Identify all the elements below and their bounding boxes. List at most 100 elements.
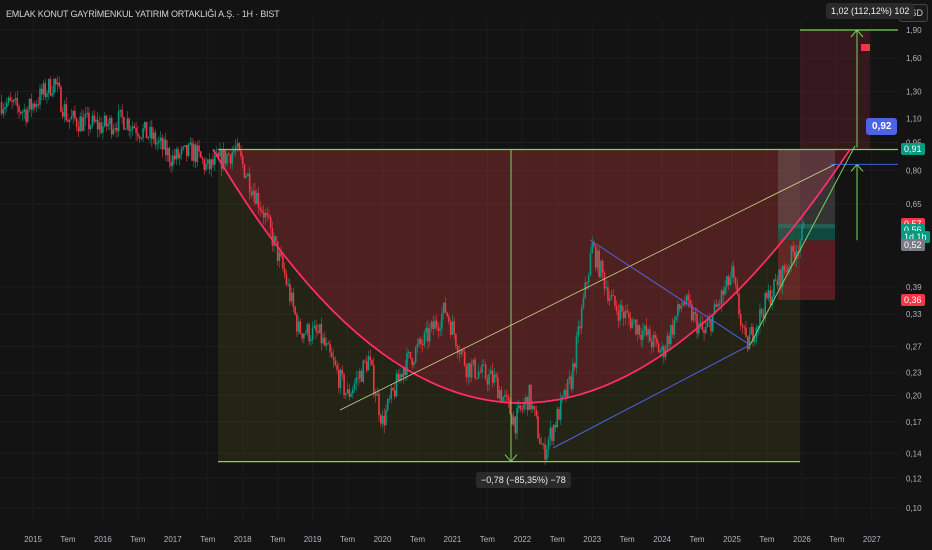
candle (439, 328, 441, 331)
candle (725, 276, 728, 287)
candle (518, 405, 520, 409)
candle (718, 303, 721, 305)
candle (416, 344, 419, 348)
candle (428, 328, 431, 342)
candle (303, 333, 305, 339)
candle (647, 329, 649, 336)
candle (336, 364, 338, 370)
candle (435, 320, 438, 328)
candle (371, 359, 373, 365)
candle (776, 281, 779, 286)
candle (486, 378, 489, 385)
candle (521, 409, 524, 411)
candle (166, 148, 169, 156)
x-tick-label: Tem (60, 535, 75, 544)
candle (385, 409, 387, 426)
candle (187, 144, 190, 157)
candle (582, 297, 585, 309)
candle (631, 321, 634, 329)
candle (208, 159, 211, 170)
measure-label-bottom: −0,78 (−85,35%) −78 (476, 472, 571, 488)
candle (262, 212, 265, 218)
candle (605, 287, 607, 289)
candle (528, 384, 531, 411)
x-tick-label: 2023 (583, 535, 601, 544)
candle (72, 110, 74, 117)
candle (643, 325, 646, 331)
candle (324, 337, 326, 346)
candle (407, 351, 410, 353)
candle (203, 159, 206, 170)
candle (538, 438, 541, 444)
candle (184, 145, 186, 147)
candle (715, 304, 718, 307)
x-tick-label: Tem (620, 535, 635, 544)
candle (479, 371, 482, 373)
candle (537, 416, 539, 439)
target-zone (800, 30, 870, 150)
target-callout[interactable]: 0,92 (866, 118, 898, 135)
candle (285, 274, 288, 285)
x-tick-label: Tem (759, 535, 774, 544)
price-chart[interactable]: 1,901,601,301,100,950,800,650,390,330,27… (0, 0, 932, 550)
y-tick-label: 0,20 (906, 391, 922, 400)
candle (640, 334, 642, 340)
candle (696, 314, 698, 334)
candle (622, 311, 625, 319)
candle (327, 343, 330, 345)
candle (206, 159, 209, 164)
candle (727, 276, 730, 286)
candle (266, 213, 268, 216)
candle (802, 223, 805, 226)
candle (320, 324, 323, 344)
candle (682, 302, 684, 306)
candle (137, 133, 139, 137)
candle (109, 117, 111, 124)
candle (329, 343, 331, 353)
candle (392, 387, 394, 391)
candle (386, 399, 389, 410)
candle (673, 319, 676, 335)
candle (14, 98, 17, 100)
candle (332, 357, 335, 361)
candle (135, 128, 137, 134)
candle (107, 123, 109, 127)
candle (60, 86, 62, 112)
candle (484, 364, 487, 379)
candle (227, 154, 230, 156)
candle (360, 370, 363, 382)
candle (759, 309, 761, 326)
candle (734, 277, 737, 285)
candle (531, 405, 534, 410)
candle (666, 335, 669, 350)
candle (465, 365, 468, 378)
candle (173, 155, 176, 160)
candle (63, 104, 66, 117)
x-tick-label: Tem (689, 535, 704, 544)
candle (156, 142, 158, 145)
candle (411, 358, 414, 365)
candle (748, 334, 751, 350)
candle (241, 156, 244, 165)
candle (540, 443, 543, 445)
candle (481, 364, 483, 373)
y-tick-label: 1,90 (906, 26, 922, 35)
candle (33, 103, 36, 108)
candle (287, 284, 289, 286)
candle (381, 415, 384, 424)
candle (699, 322, 702, 324)
y-tick-label: 0,17 (906, 418, 922, 427)
candle (322, 337, 324, 344)
candle (119, 109, 122, 112)
candle (642, 330, 644, 340)
candle (594, 246, 597, 268)
candle (423, 332, 426, 345)
candle (178, 154, 181, 159)
candle (495, 374, 497, 378)
candle (357, 377, 359, 379)
candle (331, 352, 333, 358)
y-tick-label: 0,33 (906, 310, 922, 319)
candle (177, 149, 179, 159)
candle (612, 295, 614, 297)
candle (276, 241, 279, 261)
